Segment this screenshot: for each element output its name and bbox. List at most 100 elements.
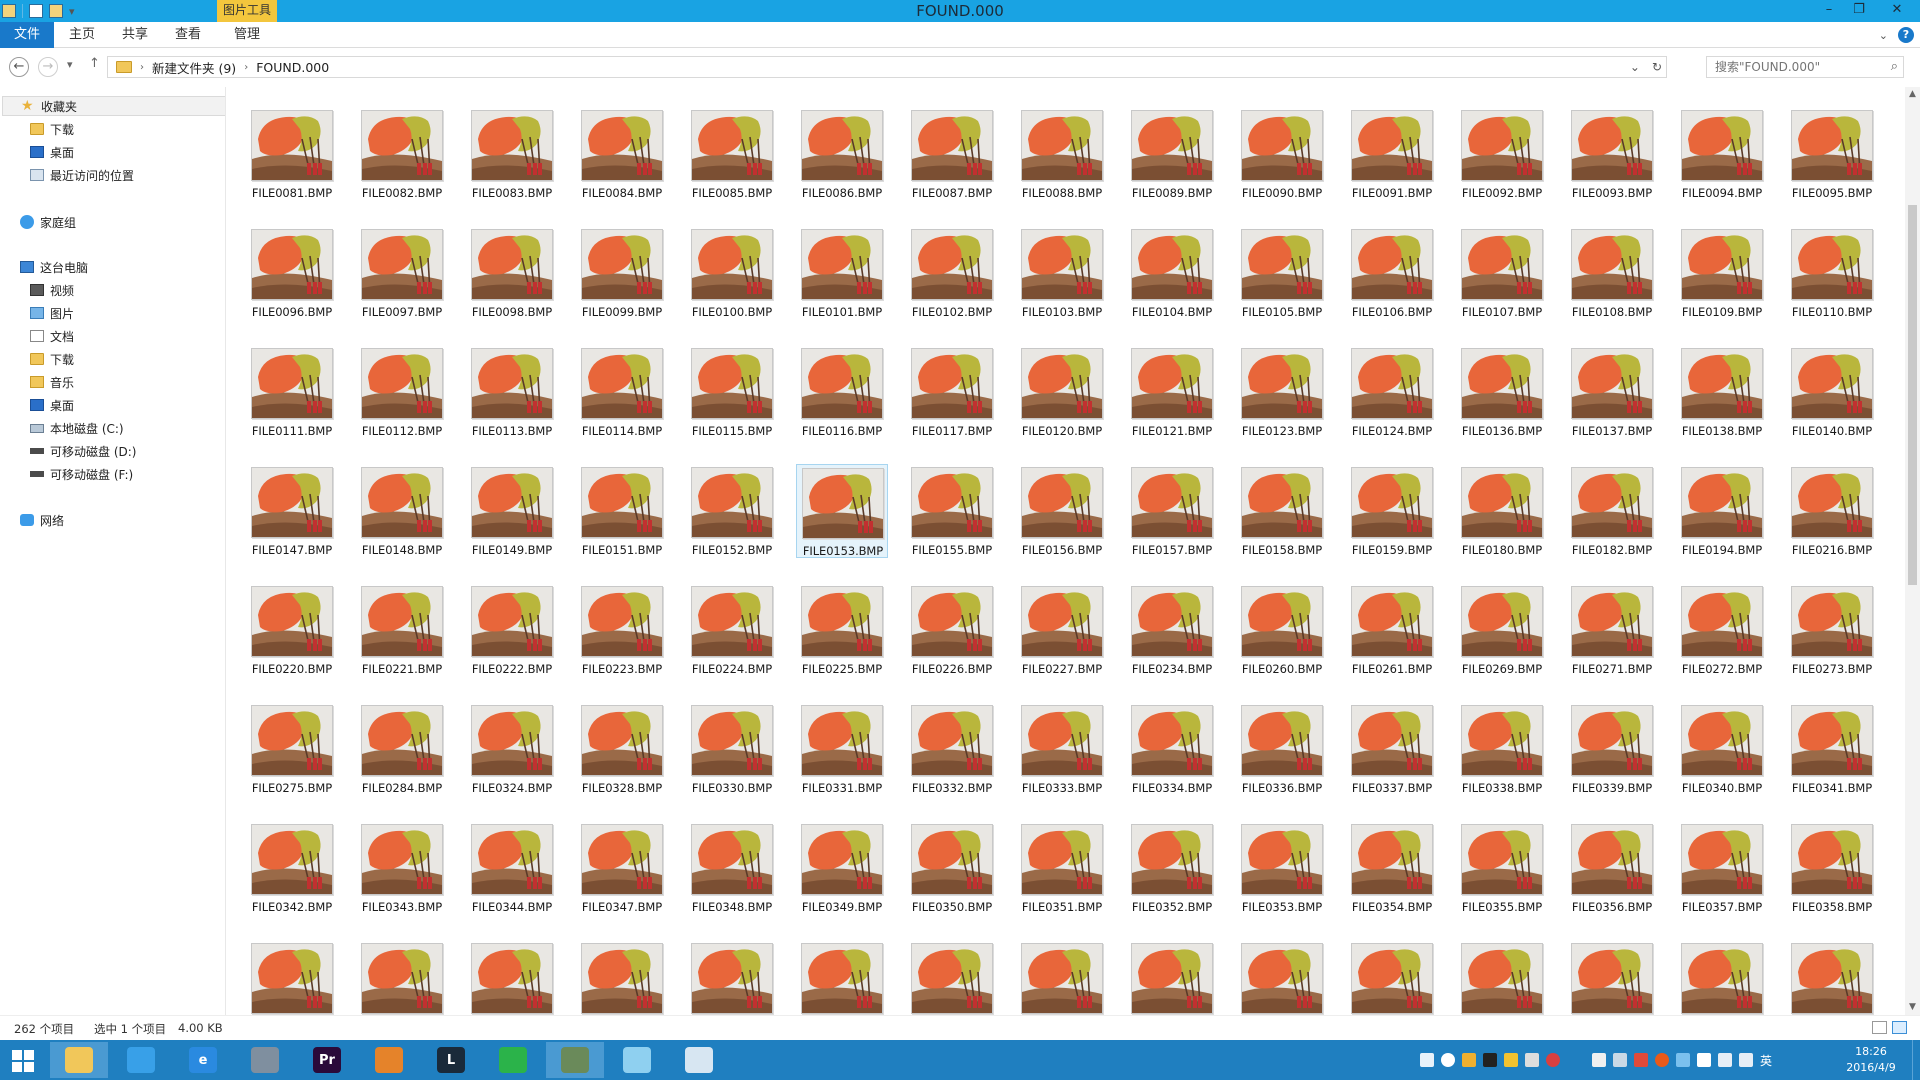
nav-item-videos[interactable]: 视频 [30, 280, 74, 300]
search-box[interactable]: ⌕ [1706, 56, 1904, 78]
taskbar-app-baidu-netdisk[interactable] [112, 1042, 170, 1078]
file-item[interactable]: FILE0108.BMP [1566, 226, 1658, 320]
file-item[interactable]: FILE0093.BMP [1566, 107, 1658, 201]
file-item[interactable]: FILE0182.BMP [1566, 464, 1658, 558]
file-item[interactable] [796, 940, 888, 1015]
file-item[interactable]: FILE0124.BMP [1346, 345, 1438, 439]
file-item[interactable]: FILE0348.BMP [686, 821, 778, 915]
file-item[interactable]: FILE0269.BMP [1456, 583, 1548, 677]
tab-home[interactable]: 主页 [62, 22, 102, 48]
file-item[interactable]: FILE0222.BMP [466, 583, 558, 677]
taskbar-app-remote-desktop[interactable] [236, 1042, 294, 1078]
antivirus-tray-icon[interactable] [1546, 1053, 1560, 1067]
file-item[interactable]: FILE0342.BMP [246, 821, 338, 915]
breadcrumb-chevron-icon[interactable]: › [140, 62, 144, 73]
file-item[interactable] [1456, 940, 1548, 1015]
folder-icon[interactable] [2, 4, 16, 18]
breadcrumb-item-current[interactable]: FOUND.000 [256, 60, 329, 75]
file-item[interactable]: FILE0089.BMP [1126, 107, 1218, 201]
file-item[interactable]: FILE0224.BMP [686, 583, 778, 677]
file-item[interactable]: FILE0101.BMP [796, 226, 888, 320]
back-button[interactable]: ← [9, 57, 29, 77]
file-item[interactable]: FILE0347.BMP [576, 821, 668, 915]
file-item[interactable]: FILE0156.BMP [1016, 464, 1108, 558]
file-item[interactable]: FILE0099.BMP [576, 226, 668, 320]
nav-item-local-disk-c[interactable]: 本地磁盘 (C:) [30, 418, 124, 438]
windows-tray-icon[interactable] [1697, 1053, 1711, 1067]
file-item[interactable]: FILE0149.BMP [466, 464, 558, 558]
nav-item-network[interactable]: 网络 [20, 510, 64, 530]
customize-chevron-icon[interactable]: ▾ [69, 5, 75, 18]
file-item[interactable]: FILE0151.BMP [576, 464, 668, 558]
app-tray-icon[interactable] [1483, 1053, 1497, 1067]
file-item[interactable] [1236, 940, 1328, 1015]
nav-item-recent[interactable]: 最近访问的位置 [30, 165, 134, 185]
file-item[interactable]: FILE0351.BMP [1016, 821, 1108, 915]
file-item[interactable]: FILE0102.BMP [906, 226, 998, 320]
file-item[interactable]: FILE0353.BMP [1236, 821, 1328, 915]
forward-button[interactable]: → [38, 57, 58, 77]
file-item[interactable]: FILE0216.BMP [1786, 464, 1878, 558]
file-item[interactable]: FILE0220.BMP [246, 583, 338, 677]
file-item[interactable]: FILE0081.BMP [246, 107, 338, 201]
file-item[interactable]: FILE0340.BMP [1676, 702, 1768, 796]
file-item[interactable]: FILE0227.BMP [1016, 583, 1108, 677]
file-item[interactable] [246, 940, 338, 1015]
file-item[interactable]: FILE0113.BMP [466, 345, 558, 439]
breadcrumb-item[interactable]: 新建文件夹 (9) [152, 58, 236, 77]
file-item[interactable]: FILE0096.BMP [246, 226, 338, 320]
file-item[interactable]: FILE0331.BMP [796, 702, 888, 796]
speaker-tray-icon[interactable] [1504, 1053, 1518, 1067]
file-item[interactable]: FILE0158.BMP [1236, 464, 1328, 558]
refresh-icon[interactable]: ↻ [1652, 60, 1662, 74]
file-item[interactable]: FILE0330.BMP [686, 702, 778, 796]
file-item[interactable]: FILE0084.BMP [576, 107, 668, 201]
file-item[interactable]: FILE0100.BMP [686, 226, 778, 320]
file-item[interactable]: FILE0349.BMP [796, 821, 888, 915]
file-item[interactable]: FILE0260.BMP [1236, 583, 1328, 677]
file-item[interactable]: FILE0358.BMP [1786, 821, 1878, 915]
file-item[interactable]: FILE0339.BMP [1566, 702, 1658, 796]
file-item[interactable]: FILE0106.BMP [1346, 226, 1438, 320]
file-item[interactable]: FILE0138.BMP [1676, 345, 1768, 439]
nav-item-music[interactable]: 音乐 [30, 372, 74, 392]
taskbar-app-photo-viewer[interactable] [546, 1042, 604, 1078]
taskbar-app-browser[interactable] [360, 1042, 418, 1078]
restore-button[interactable]: ❐ [1846, 0, 1872, 22]
file-item[interactable]: FILE0159.BMP [1346, 464, 1438, 558]
file-item[interactable] [1676, 940, 1768, 1015]
file-item[interactable]: FILE0273.BMP [1786, 583, 1878, 677]
file-item[interactable] [686, 940, 778, 1015]
taskbar-app-internet-explorer[interactable]: e [174, 1042, 232, 1078]
search-input[interactable] [1707, 57, 1877, 77]
file-item[interactable]: FILE0140.BMP [1786, 345, 1878, 439]
security-tray-icon[interactable] [1634, 1053, 1648, 1067]
taskbar-app-league-of-legends[interactable]: L [422, 1042, 480, 1078]
file-item[interactable]: FILE0223.BMP [576, 583, 668, 677]
file-item[interactable]: FILE0114.BMP [576, 345, 668, 439]
file-item[interactable]: FILE0086.BMP [796, 107, 888, 201]
file-item[interactable]: FILE0112.BMP [356, 345, 448, 439]
scroll-up-icon[interactable]: ▲ [1905, 87, 1920, 102]
file-item[interactable]: FILE0090.BMP [1236, 107, 1328, 201]
usb-eject-icon[interactable] [1613, 1053, 1627, 1067]
file-item[interactable]: FILE0234.BMP [1126, 583, 1218, 677]
file-item[interactable] [576, 940, 668, 1015]
file-item[interactable]: FILE0357.BMP [1676, 821, 1768, 915]
file-item[interactable]: FILE0275.BMP [246, 702, 338, 796]
file-item[interactable]: FILE0272.BMP [1676, 583, 1768, 677]
windows-start-icon[interactable] [12, 1050, 34, 1072]
file-item[interactable]: FILE0123.BMP [1236, 345, 1328, 439]
file-item[interactable]: FILE0194.BMP [1676, 464, 1768, 558]
file-item[interactable]: FILE0153.BMP [796, 464, 888, 558]
show-desktop-button[interactable] [1912, 1040, 1920, 1080]
file-item[interactable]: FILE0334.BMP [1126, 702, 1218, 796]
file-item[interactable]: FILE0157.BMP [1126, 464, 1218, 558]
tab-view[interactable]: 查看 [168, 22, 208, 48]
taskbar-app-premiere-pro[interactable]: Pr [298, 1042, 356, 1078]
cloud-tray-icon[interactable] [1676, 1053, 1690, 1067]
address-dropdown-icon[interactable]: ⌄ [1630, 60, 1640, 74]
file-item[interactable]: FILE0098.BMP [466, 226, 558, 320]
file-item[interactable]: FILE0284.BMP [356, 702, 448, 796]
nav-item-pictures[interactable]: 图片 [30, 303, 74, 323]
